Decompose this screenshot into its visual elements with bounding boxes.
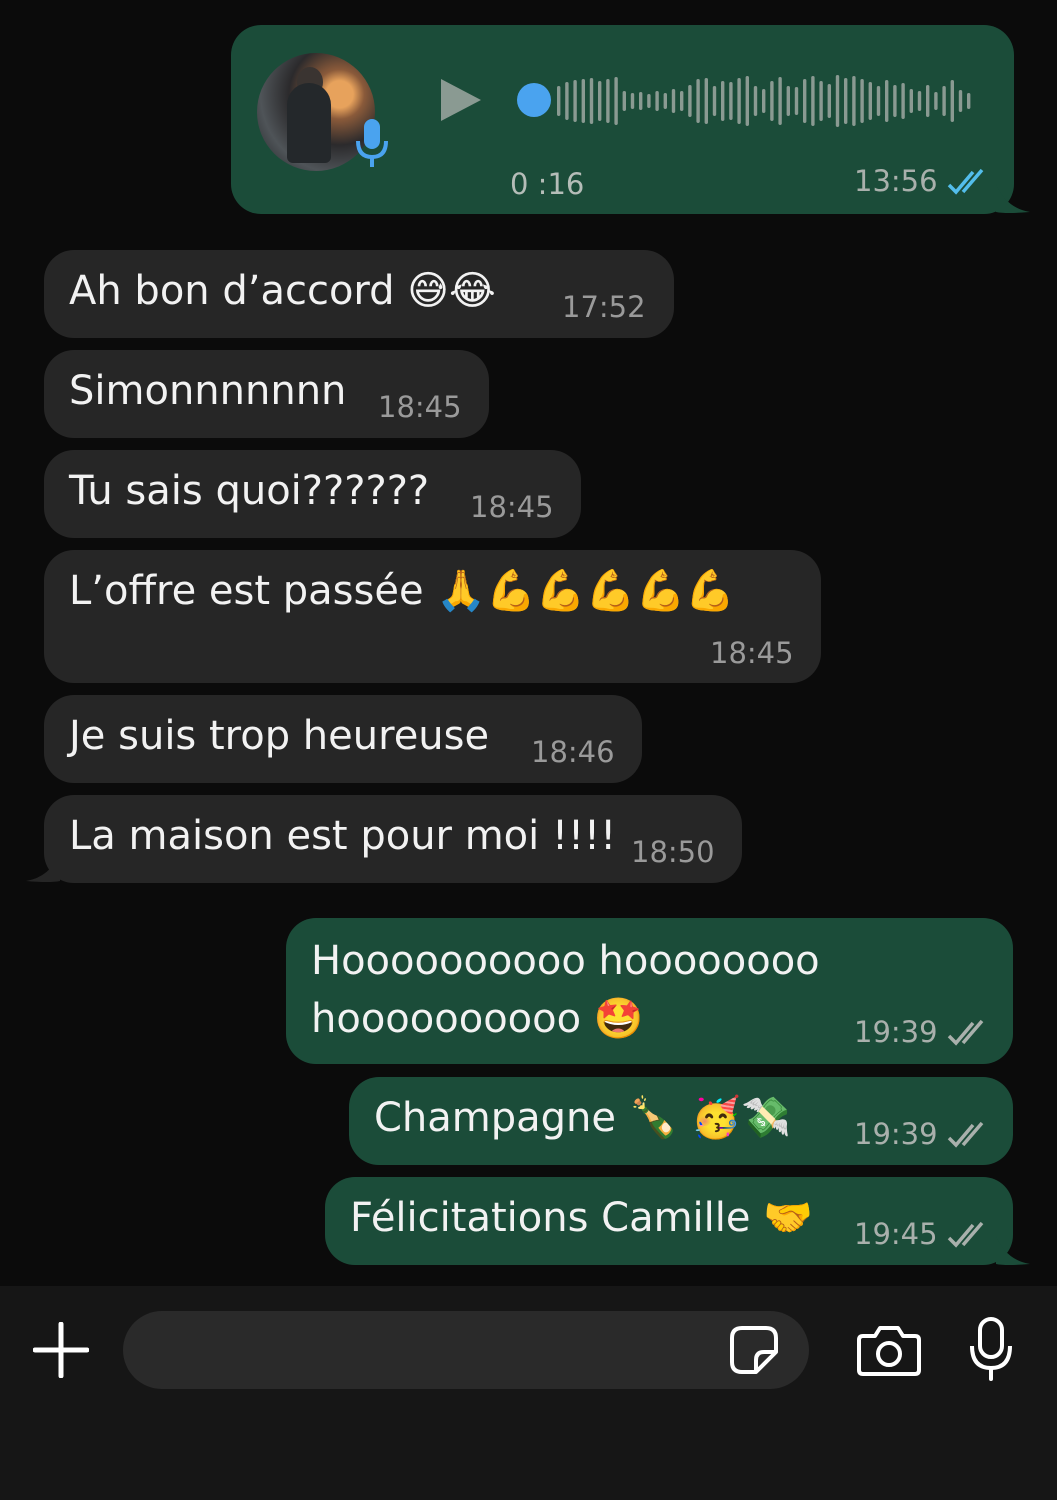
- waveform-bar: [942, 86, 946, 116]
- message-time: 17:52: [562, 290, 646, 324]
- waveform-bar: [721, 81, 725, 121]
- message-text: La maison est pour moi !!!!: [69, 813, 617, 859]
- incoming-message[interactable]: Simonnnnnnn 18:45: [44, 350, 489, 438]
- message-text: Champagne 🍾 🥳💸: [374, 1095, 791, 1141]
- waveform-bar: [803, 79, 807, 123]
- waveform-bar: [835, 75, 840, 127]
- incoming-message[interactable]: Tu sais quoi?????? 18:45: [44, 450, 581, 538]
- composer-bar: [0, 1286, 1057, 1500]
- outgoing-message[interactable]: Hoooooooooo hoooooooo hoooooooooo 🤩 19:3…: [286, 918, 1013, 1064]
- waveform-bar: [671, 89, 676, 113]
- message-text: Je suis trop heureuse: [69, 713, 490, 759]
- waveform-bar: [786, 86, 790, 116]
- message-text: Ah bon d’accord 😅😂: [69, 268, 496, 314]
- waveform-bar: [811, 76, 815, 126]
- waveform-bar: [958, 90, 963, 112]
- waveform-bar: [630, 93, 635, 109]
- waveform-bar: [581, 79, 585, 123]
- waveform-bar: [794, 87, 799, 115]
- waveform-bar: [680, 91, 684, 111]
- message-time: 19:39: [854, 1117, 938, 1151]
- message-time: 18:45: [378, 390, 462, 424]
- message-time: 19:39: [854, 1015, 938, 1049]
- camera-icon[interactable]: [857, 1324, 921, 1376]
- message-time: 18:45: [710, 636, 794, 670]
- waveform-bar: [926, 85, 930, 117]
- message-time: 18:45: [470, 490, 554, 524]
- waveform-bar: [893, 85, 897, 117]
- waveform-bar: [860, 79, 864, 123]
- waveform-bar: [712, 86, 717, 116]
- waveform-bar: [737, 78, 741, 124]
- waveform-bar: [688, 85, 692, 117]
- message-time: 19:45: [854, 1217, 938, 1251]
- message-text-line-2: hoooooooooo 🤩: [311, 996, 644, 1042]
- delivered-receipt-icon: [947, 1221, 984, 1248]
- waveform-bar: [729, 82, 733, 120]
- sticker-icon[interactable]: [729, 1325, 779, 1375]
- outgoing-message[interactable]: Félicitations Camille 🤝 19:45: [325, 1177, 1013, 1265]
- waveform-bar: [598, 81, 602, 121]
- waveform-bar: [589, 78, 594, 124]
- playback-position-knob[interactable]: [517, 83, 551, 117]
- mic-icon[interactable]: [968, 1316, 1014, 1382]
- waveform-bar: [885, 80, 889, 122]
- waveform-bar: [696, 79, 700, 123]
- waveform-bar: [565, 82, 569, 120]
- bubble-tail: [996, 184, 1030, 213]
- message-text-line-1: Hoooooooooo hoooooooo: [311, 938, 820, 984]
- message-time: 13:56: [854, 164, 938, 198]
- waveform-bar: [557, 86, 561, 116]
- waveform-bar: [819, 81, 823, 121]
- message-text: Tu sais quoi??????: [69, 468, 430, 514]
- waveform-bar: [622, 91, 626, 111]
- waveform-bar: [704, 78, 708, 124]
- waveform-bar: [909, 89, 913, 113]
- waveform-bar: [844, 78, 848, 124]
- message-time: 18:46: [531, 735, 615, 769]
- waveform-bar: [639, 92, 643, 110]
- message-time: 18:50: [631, 835, 715, 869]
- play-icon[interactable]: [437, 77, 483, 123]
- waveform-bar: [745, 76, 749, 126]
- message-text: L’offre est passée 🙏💪💪💪💪💪: [69, 568, 736, 614]
- waveform-bar: [647, 94, 651, 108]
- voice-waveform[interactable]: [553, 73, 973, 129]
- waveform-bar: [868, 82, 872, 120]
- message-text: Simonnnnnnn: [69, 368, 347, 414]
- read-receipt-icon: [947, 168, 984, 195]
- message-input[interactable]: [123, 1311, 809, 1389]
- waveform-bar: [606, 79, 610, 123]
- waveform-bar: [663, 93, 667, 109]
- waveform-bar: [967, 93, 971, 109]
- outgoing-message[interactable]: Champagne 🍾 🥳💸 19:39: [349, 1077, 1013, 1165]
- mic-icon: [356, 119, 388, 167]
- incoming-message[interactable]: L’offre est passée 🙏💪💪💪💪💪 18:45: [44, 550, 821, 683]
- voice-message-bubble[interactable]: 0 :16 13:56: [231, 25, 1014, 214]
- waveform-bar: [950, 80, 954, 122]
- waveform-bar: [655, 91, 659, 111]
- waveform-bar: [934, 92, 938, 110]
- waveform-bar: [614, 77, 618, 125]
- waveform-bar: [876, 86, 881, 116]
- waveform-bar: [778, 77, 782, 125]
- waveform-bar: [753, 86, 758, 116]
- waveform-bar: [762, 89, 766, 113]
- incoming-message[interactable]: La maison est pour moi !!!! 18:50: [44, 795, 742, 883]
- delivered-receipt-icon: [947, 1019, 984, 1046]
- voice-duration: 0 :16: [510, 167, 585, 201]
- waveform-bar: [770, 81, 774, 121]
- waveform-bar: [917, 91, 922, 111]
- plus-icon[interactable]: [33, 1322, 89, 1378]
- waveform-bar: [901, 83, 905, 119]
- waveform-bar: [827, 84, 831, 118]
- delivered-receipt-icon: [947, 1121, 984, 1148]
- waveform-bar: [852, 76, 856, 126]
- incoming-message[interactable]: Ah bon d’accord 😅😂 17:52: [44, 250, 674, 338]
- message-text: Félicitations Camille 🤝: [350, 1195, 814, 1241]
- bubble-tail: [26, 853, 60, 882]
- waveform-bar: [573, 80, 577, 122]
- incoming-message[interactable]: Je suis trop heureuse 18:46: [44, 695, 642, 783]
- bubble-tail: [996, 1236, 1030, 1265]
